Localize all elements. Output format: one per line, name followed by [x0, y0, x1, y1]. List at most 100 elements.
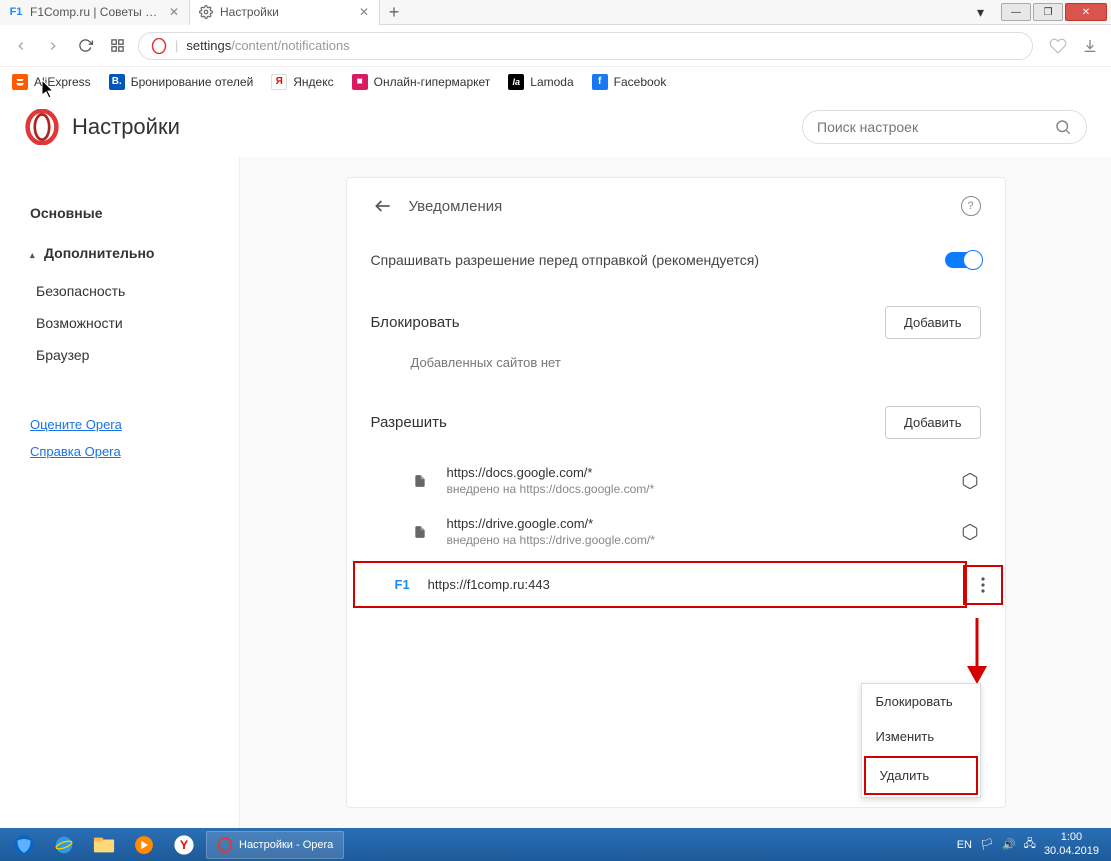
- sidebar-item-features[interactable]: Возможности: [30, 307, 239, 339]
- menu-item-edit[interactable]: Изменить: [862, 719, 980, 754]
- facebook-icon: f: [592, 74, 608, 90]
- file-icon: [411, 472, 429, 490]
- bookmark-booking[interactable]: B. Бронирование отелей: [109, 74, 254, 90]
- search-settings[interactable]: [802, 110, 1087, 144]
- tab-label: F1Comp.ru | Советы и лайф: [30, 5, 163, 19]
- svg-text:Y: Y: [180, 838, 189, 852]
- gear-icon: [198, 4, 214, 20]
- bookmark-heart-button[interactable]: [1047, 35, 1069, 57]
- search-settings-input[interactable]: [817, 119, 1054, 135]
- bookmark-aliexpress[interactable]: AliExpress: [12, 74, 91, 90]
- site-sub: внедрено на https://drive.google.com/*: [447, 533, 959, 547]
- opera-icon: [151, 38, 167, 54]
- tray-network-icon[interactable]: 🖧: [1024, 835, 1036, 854]
- menu-item-block[interactable]: Блокировать: [862, 684, 980, 719]
- speed-dial-button[interactable]: [106, 35, 128, 57]
- downloads-button[interactable]: [1079, 35, 1101, 57]
- content-header: Уведомления ?: [347, 178, 1005, 234]
- aliexpress-icon: [12, 74, 28, 90]
- start-button[interactable]: [4, 830, 44, 860]
- site-url: https://drive.google.com/*: [447, 516, 959, 531]
- windows-taskbar: Y Настройки - Opera EN 🏳 🔊 🖧 1:00 30.04.…: [0, 828, 1111, 861]
- menu-item-delete[interactable]: Удалить: [864, 756, 978, 795]
- ask-permission-toggle[interactable]: [945, 252, 981, 268]
- site-row-docs: https://docs.google.com/* внедрено на ht…: [347, 455, 1005, 506]
- sidebar-item-browser[interactable]: Браузер: [30, 339, 239, 371]
- nav-back-button[interactable]: [10, 35, 32, 57]
- bookmark-facebook[interactable]: f Facebook: [592, 74, 667, 90]
- tab-settings[interactable]: Настройки ✕: [190, 0, 380, 25]
- tab-close-icon[interactable]: ✕: [357, 5, 371, 19]
- sidebar-item-security[interactable]: Безопасность: [30, 275, 239, 307]
- taskbar-media-player[interactable]: [124, 830, 164, 860]
- tab-close-icon[interactable]: ✕: [167, 5, 181, 19]
- address-text: settings/content/notifications: [186, 38, 349, 53]
- tab-label: Настройки: [220, 5, 353, 19]
- nav-reload-button[interactable]: [74, 35, 96, 57]
- file-icon: [411, 523, 429, 541]
- site-sub: внедрено на https://docs.google.com/*: [447, 482, 959, 496]
- taskbar-opera-app[interactable]: Настройки - Opera: [206, 831, 344, 859]
- context-menu: Блокировать Изменить Удалить: [861, 683, 981, 798]
- tab-strip: F1 F1Comp.ru | Советы и лайф ✕ Настройки…: [0, 0, 977, 24]
- sidebar-link-help[interactable]: Справка Opera: [30, 438, 239, 465]
- yandex-icon: Я: [271, 74, 287, 90]
- close-window-button[interactable]: ✕: [1065, 3, 1107, 21]
- search-icon: [1054, 118, 1072, 136]
- opera-logo-icon: [24, 109, 60, 145]
- new-tab-button[interactable]: +: [380, 0, 408, 25]
- hypermarket-icon: ■: [352, 74, 368, 90]
- tray-volume-icon[interactable]: 🔊: [1002, 838, 1016, 851]
- back-button[interactable]: [371, 194, 395, 218]
- taskbar-explorer[interactable]: [84, 830, 124, 860]
- taskbar-clock[interactable]: 1:00 30.04.2019: [1044, 831, 1099, 857]
- allow-section-title: Разрешить: [371, 414, 447, 431]
- extension-indicator-icon[interactable]: [959, 521, 981, 543]
- sidebar-link-rate[interactable]: Оцените Opera: [30, 411, 239, 438]
- site-more-button[interactable]: [963, 565, 1003, 605]
- tray-flag-icon[interactable]: 🏳: [980, 838, 994, 851]
- sidebar-item-basic[interactable]: Основные: [30, 197, 239, 229]
- address-bar[interactable]: | settings/content/notifications: [138, 32, 1033, 60]
- ask-permission-label: Спрашивать разрешение перед отправкой (р…: [371, 252, 760, 268]
- help-button[interactable]: ?: [961, 196, 981, 216]
- window-controls: ▾ — ❐ ✕: [977, 0, 1111, 24]
- allow-section: Разрешить Добавить https://docs.google.c…: [347, 390, 1005, 608]
- extension-indicator-icon[interactable]: [959, 470, 981, 492]
- minimize-button[interactable]: —: [1001, 3, 1031, 21]
- settings-header: Настройки: [0, 97, 1111, 157]
- bookmark-lamoda[interactable]: la Lamoda: [508, 74, 573, 90]
- bookmarks-bar: AliExpress B. Бронирование отелей Я Янде…: [0, 67, 1111, 97]
- block-empty-message: Добавленных сайтов нет: [371, 355, 981, 390]
- favicon-f1: F1: [8, 4, 24, 20]
- tab-f1comp[interactable]: F1 F1Comp.ru | Советы и лайф ✕: [0, 0, 190, 25]
- maximize-button[interactable]: ❐: [1033, 3, 1063, 21]
- annotation-arrow: [965, 618, 989, 688]
- taskbar-yandex-browser[interactable]: Y: [164, 830, 204, 860]
- taskbar-ie[interactable]: [44, 830, 84, 860]
- add-allow-button[interactable]: Добавить: [885, 406, 980, 439]
- ask-permission-row: Спрашивать разрешение перед отправкой (р…: [347, 234, 1005, 290]
- site-row-drive: https://drive.google.com/* внедрено на h…: [347, 506, 1005, 557]
- page-title: Настройки: [72, 114, 180, 140]
- lamoda-icon: la: [508, 74, 524, 90]
- taskbar-lang[interactable]: EN: [957, 839, 972, 851]
- f1-favicon: F1: [395, 577, 410, 592]
- booking-icon: B.: [109, 74, 125, 90]
- window-chrome: F1 F1Comp.ru | Советы и лайф ✕ Настройки…: [0, 0, 1111, 25]
- add-block-button[interactable]: Добавить: [885, 306, 980, 339]
- nav-forward-button[interactable]: [42, 35, 64, 57]
- tab-menu-icon[interactable]: ▾: [977, 4, 999, 21]
- site-url: https://docs.google.com/*: [447, 465, 959, 480]
- bookmark-yandex[interactable]: Я Яндекс: [271, 74, 333, 90]
- content-title: Уведомления: [409, 198, 503, 215]
- main-area: Основные ▴Дополнительно Безопасность Воз…: [0, 157, 1111, 828]
- chevron-up-icon: ▴: [30, 250, 40, 261]
- sidebar-item-advanced[interactable]: ▴Дополнительно: [30, 237, 239, 269]
- nav-bar: | settings/content/notifications: [0, 25, 1111, 67]
- bookmark-hypermarket[interactable]: ■ Онлайн-гипермаркет: [352, 74, 491, 90]
- site-url: https://f1comp.ru:443: [428, 577, 550, 592]
- settings-sidebar: Основные ▴Дополнительно Безопасность Воз…: [0, 157, 240, 828]
- block-section-title: Блокировать: [371, 314, 460, 331]
- content-panel: Уведомления ? Спрашивать разрешение пере…: [346, 177, 1006, 808]
